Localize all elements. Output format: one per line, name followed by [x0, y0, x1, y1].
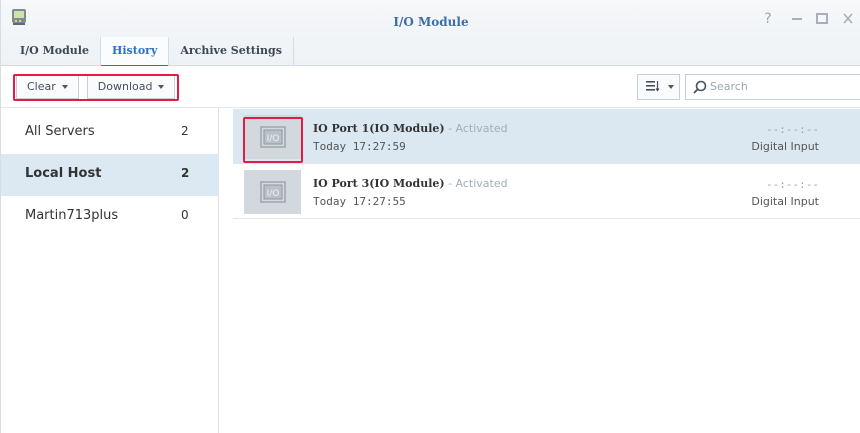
- sidebar-item-count: 2: [181, 166, 190, 180]
- tab-history[interactable]: History: [100, 37, 170, 67]
- highlight-box-buttons: [13, 74, 179, 101]
- sidebar-item-all-servers[interactable]: All Servers 2: [1, 112, 219, 154]
- event-title: IO Port 3(IO Module) - Activated: [313, 177, 508, 190]
- search-input[interactable]: Search: [685, 74, 860, 100]
- event-time: Today 17:27:59: [313, 140, 406, 153]
- event-type: Digital Input: [751, 195, 819, 208]
- list-item[interactable]: I/O IO Port 1(IO Module) - Activated Tod…: [233, 109, 860, 164]
- close-icon[interactable]: [839, 10, 857, 28]
- server-sidebar: All Servers 2 Local Host 2 Martin713plus…: [1, 108, 219, 433]
- search-icon: [693, 80, 707, 94]
- sidebar-item-label: Martin713plus: [25, 208, 119, 223]
- event-title: IO Port 1(IO Module) - Activated: [313, 122, 508, 135]
- sidebar-item-count: 2: [181, 124, 189, 138]
- sidebar-item-label: All Servers: [25, 124, 95, 139]
- event-name: IO Port 1(IO Module): [313, 122, 445, 135]
- help-icon[interactable]: ?: [759, 10, 777, 28]
- chevron-down-icon: [667, 85, 674, 89]
- event-list: I/O IO Port 1(IO Module) - Activated Tod…: [233, 108, 860, 433]
- sort-icon: [646, 81, 660, 92]
- tab-archive-settings[interactable]: Archive Settings: [169, 37, 294, 66]
- sidebar-item-label: Local Host: [25, 166, 102, 181]
- event-time: Today 17:27:55: [313, 195, 406, 208]
- sort-button[interactable]: [637, 74, 680, 100]
- event-value: --:--:--: [766, 123, 819, 136]
- sidebar-item-count: 0: [181, 208, 189, 222]
- svg-text:I/O: I/O: [266, 189, 279, 199]
- title-bar: I/O Module ? I/O Module History Archive …: [1, 0, 860, 67]
- window-title: I/O Module: [393, 15, 469, 29]
- highlight-box-thumbnail: [243, 117, 303, 163]
- tab-bar: I/O Module History Archive Settings: [9, 37, 294, 67]
- io-port-icon: I/O: [259, 181, 286, 203]
- io-port-thumbnail[interactable]: I/O: [244, 170, 301, 214]
- event-status: - Activated: [444, 122, 508, 135]
- list-item[interactable]: I/O IO Port 3(IO Module) - Activated Tod…: [233, 164, 860, 219]
- event-value: --:--:--: [766, 178, 819, 191]
- tab-io-module[interactable]: I/O Module: [9, 37, 101, 66]
- maximize-icon[interactable]: [813, 10, 831, 28]
- sidebar-item-local-host[interactable]: Local Host 2: [1, 154, 219, 196]
- search-placeholder: Search: [710, 80, 748, 93]
- app-window: I/O Module ? I/O Module History Archive …: [0, 0, 860, 433]
- minimize-icon[interactable]: [788, 10, 806, 28]
- event-type: Digital Input: [751, 140, 819, 153]
- event-name: IO Port 3(IO Module): [313, 177, 445, 190]
- event-status: - Activated: [444, 177, 508, 190]
- sidebar-item-martin713plus[interactable]: Martin713plus 0: [1, 196, 219, 238]
